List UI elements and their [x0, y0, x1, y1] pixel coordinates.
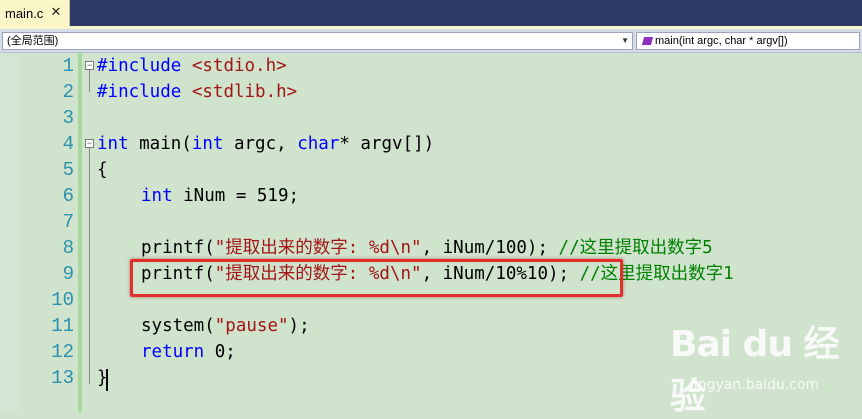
line-number: 12 [51, 341, 74, 363]
watermark-logo: Bai du 经验 [670, 324, 840, 417]
fold-guide [89, 148, 90, 384]
code-line-6: int iNum = 519; [141, 186, 300, 206]
text-caret [106, 369, 108, 391]
editor-left-margin [0, 53, 18, 412]
chevron-down-icon[interactable]: ▼ [621, 33, 629, 49]
watermark: Bai du 经验 jingyan.baidu.com [670, 315, 860, 417]
code-line-8: printf("提取出来的数字: %d\n", iNum/100); //这里提… [141, 238, 713, 258]
line-number: 11 [51, 315, 74, 337]
scope-dropdown[interactable]: (全局范围) ▼ [2, 32, 633, 50]
watermark-url: jingyan.baidu.com [690, 377, 820, 393]
code-line-2: #include <stdlib.h> [97, 82, 298, 102]
line-number: 6 [62, 185, 74, 207]
member-label: main(int argc, char * argv[]) [655, 35, 788, 47]
code-line-12: return 0; [141, 342, 236, 362]
line-number: 10 [51, 289, 74, 311]
highlight-box [130, 259, 623, 297]
fold-collapse-icon[interactable]: − [85, 61, 94, 70]
close-icon[interactable]: ✕ [49, 5, 63, 19]
code-line-5: { [97, 160, 108, 180]
navigation-bar: (全局范围) ▼ main(int argc, char * argv[]) [0, 29, 862, 53]
tab-strip: main.c ✕ [0, 0, 862, 26]
fold-collapse-icon[interactable]: − [85, 139, 94, 148]
line-number: 9 [62, 263, 74, 285]
method-icon [641, 37, 654, 45]
code-line-4: int main(int argc, char* argv[]) [97, 134, 435, 154]
line-number: 7 [62, 211, 74, 233]
tab-main-c[interactable]: main.c ✕ [0, 0, 70, 26]
line-number: 4 [62, 133, 74, 155]
line-number: 5 [62, 159, 74, 181]
line-number: 2 [62, 81, 74, 103]
tab-title: main.c [5, 5, 44, 21]
code-line-1: #include <stdio.h> [97, 56, 287, 76]
line-number: 1 [62, 55, 74, 77]
member-value: main(int argc, char * argv[]) [641, 33, 788, 49]
line-number: 3 [62, 107, 74, 129]
member-dropdown[interactable]: main(int argc, char * argv[]) [636, 32, 860, 50]
code-editor[interactable]: 1 2 3 4 5 6 7 8 9 10 11 12 13 − − #inclu… [0, 53, 862, 417]
line-number: 13 [51, 367, 74, 389]
line-number: 8 [62, 237, 74, 259]
code-line-11: system("pause"); [141, 316, 310, 336]
fold-guide [89, 70, 90, 92]
scope-value: (全局范围) [7, 35, 59, 47]
change-tracking-bar [78, 53, 82, 412]
